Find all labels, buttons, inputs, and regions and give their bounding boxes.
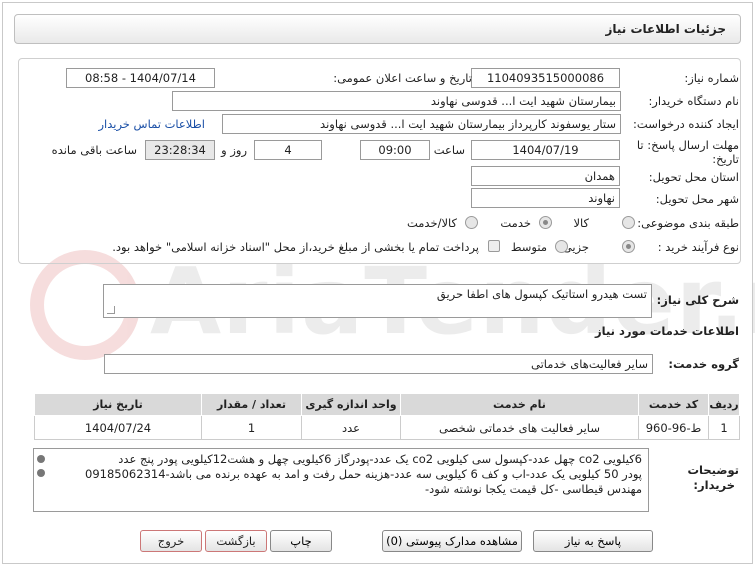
category-radio-goods[interactable] (622, 216, 635, 229)
creator-label: ایجاد کننده درخواست: (633, 117, 739, 131)
header-bar: جزئیات اطلاعات نیاز (14, 14, 741, 44)
buyer-contact-link[interactable]: اطلاعات تماس خریدار (98, 117, 205, 131)
summary-field: تست هیدرو استاتیک کپسول های اطفا حریق (103, 284, 652, 318)
col-row: ردیف (708, 393, 740, 416)
col-service-name: نام خدمت (400, 393, 639, 416)
cell-need-date: 1404/07/24 (34, 415, 202, 440)
process-label: نوع فرآیند خرید : (657, 240, 739, 254)
cell-unit: عدد (301, 415, 401, 440)
buyer-notes-line-3: مهندس قیطاسی -کل قیمت یکجا نوشته شود- (424, 482, 642, 496)
table-row: 1 ط-96-960 سایر فعالیت های خدماتی شخصی ع… (34, 415, 740, 440)
province-label: استان محل تحویل: (648, 170, 739, 184)
reply-button[interactable]: پاسخ به نیاز (533, 530, 653, 552)
days-label: روز و (221, 143, 247, 157)
category-option-service: خدمت (500, 216, 531, 230)
category-label: طبقه بندی موضوعی: (637, 216, 739, 230)
page-title: جزئیات اطلاعات نیاز (605, 22, 726, 36)
attachments-button[interactable]: مشاهده مدارک پیوستی (0) (382, 530, 522, 552)
city-field: نهاوند (471, 188, 620, 208)
back-button[interactable]: بازگشت (205, 530, 267, 552)
announce-datetime-field: 1404/07/14 - 08:58 (66, 68, 215, 88)
services-table-header: ردیف کد خدمت نام خدمت واحد اندازه گیری ت… (34, 393, 740, 416)
services-section-title: اطلاعات خدمات مورد نیاز (595, 324, 739, 338)
cell-service-name: سایر فعالیت های خدماتی شخصی (400, 415, 639, 440)
treasury-payment-note: پرداخت تمام یا بخشی از مبلغ خرید،از محل … (112, 240, 479, 254)
cell-quantity: 1 (201, 415, 302, 440)
province-field: همدان (471, 166, 620, 186)
buyer-notes-field: 6کیلویی co2 چهل عدد-کپسول سی کیلویی co2 … (33, 448, 649, 512)
cell-service-code: ط-96-960 (638, 415, 709, 440)
service-group-label: گروه خدمت: (668, 357, 739, 371)
process-option-medium: متوسط (510, 240, 547, 254)
buyer-notes-label-2: خریدار: (693, 478, 735, 492)
need-info-panel (18, 58, 741, 264)
deadline-time-label: ساعت (433, 143, 465, 157)
remaining-time-field: 23:28:34 (145, 140, 215, 160)
cell-row: 1 (708, 415, 740, 440)
creator-field: ستار یوسفوند کارپرداز بیمارستان شهید ایت… (222, 114, 621, 134)
category-option-goods-service: کالا/خدمت (406, 216, 457, 230)
buyer-notes-line-2: پودر 50 کیلویی یک عدد-اب و کف 6 کیلویی س… (85, 467, 642, 481)
process-radio-minor[interactable] (622, 240, 635, 253)
treasury-payment-checkbox[interactable] (488, 240, 500, 252)
buyer-org-label: نام دستگاه خریدار: (648, 94, 739, 108)
service-group-field: سایر فعالیت‌های خدماتی (104, 354, 653, 374)
remaining-days-field: 4 (254, 140, 322, 160)
deadline-time-field: 09:00 (360, 140, 430, 160)
need-number-label: شماره نیاز: (684, 71, 739, 85)
buyer-notes-scrollbar[interactable] (34, 449, 48, 511)
buyer-notes-line-1: 6کیلویی co2 چهل عدد-کپسول سی کیلویی co2 … (118, 452, 642, 466)
category-radio-service[interactable] (539, 216, 552, 229)
announce-label: تاریخ و ساعت اعلان عمومی: (333, 71, 472, 85)
remaining-label: ساعت باقی مانده (51, 143, 137, 157)
col-unit: واحد اندازه گیری (301, 393, 401, 416)
col-quantity: تعداد / مقدار (201, 393, 302, 416)
summary-resize-handle[interactable] (107, 306, 115, 314)
buyer-org-field: بیمارستان شهید ایت ا... قدوسی نهاوند (172, 91, 621, 111)
col-need-date: تاریخ نیاز (34, 393, 202, 416)
col-service-code: کد خدمت (638, 393, 709, 416)
process-radio-medium[interactable] (555, 240, 568, 253)
deadline-date-field: 1404/07/19 (471, 140, 620, 160)
deadline-label-date: تاریخ: (712, 152, 739, 166)
summary-label: شرح کلی نیاز: (656, 293, 739, 307)
services-table: ردیف کد خدمت نام خدمت واحد اندازه گیری ت… (34, 393, 740, 440)
buyer-notes-label-1: توضیحات (687, 463, 740, 477)
scroll-up-icon[interactable] (37, 455, 45, 463)
category-radio-goods-service[interactable] (465, 216, 478, 229)
category-option-goods: کالا (573, 216, 589, 230)
print-button[interactable]: چاپ (270, 530, 332, 552)
deadline-label: مهلت ارسال پاسخ: تا (636, 138, 739, 152)
scroll-down-icon[interactable] (37, 469, 45, 477)
exit-button[interactable]: خروج (140, 530, 202, 552)
need-number-field: 1104093515000086 (471, 68, 620, 88)
city-label: شهر محل تحویل: (655, 192, 739, 206)
